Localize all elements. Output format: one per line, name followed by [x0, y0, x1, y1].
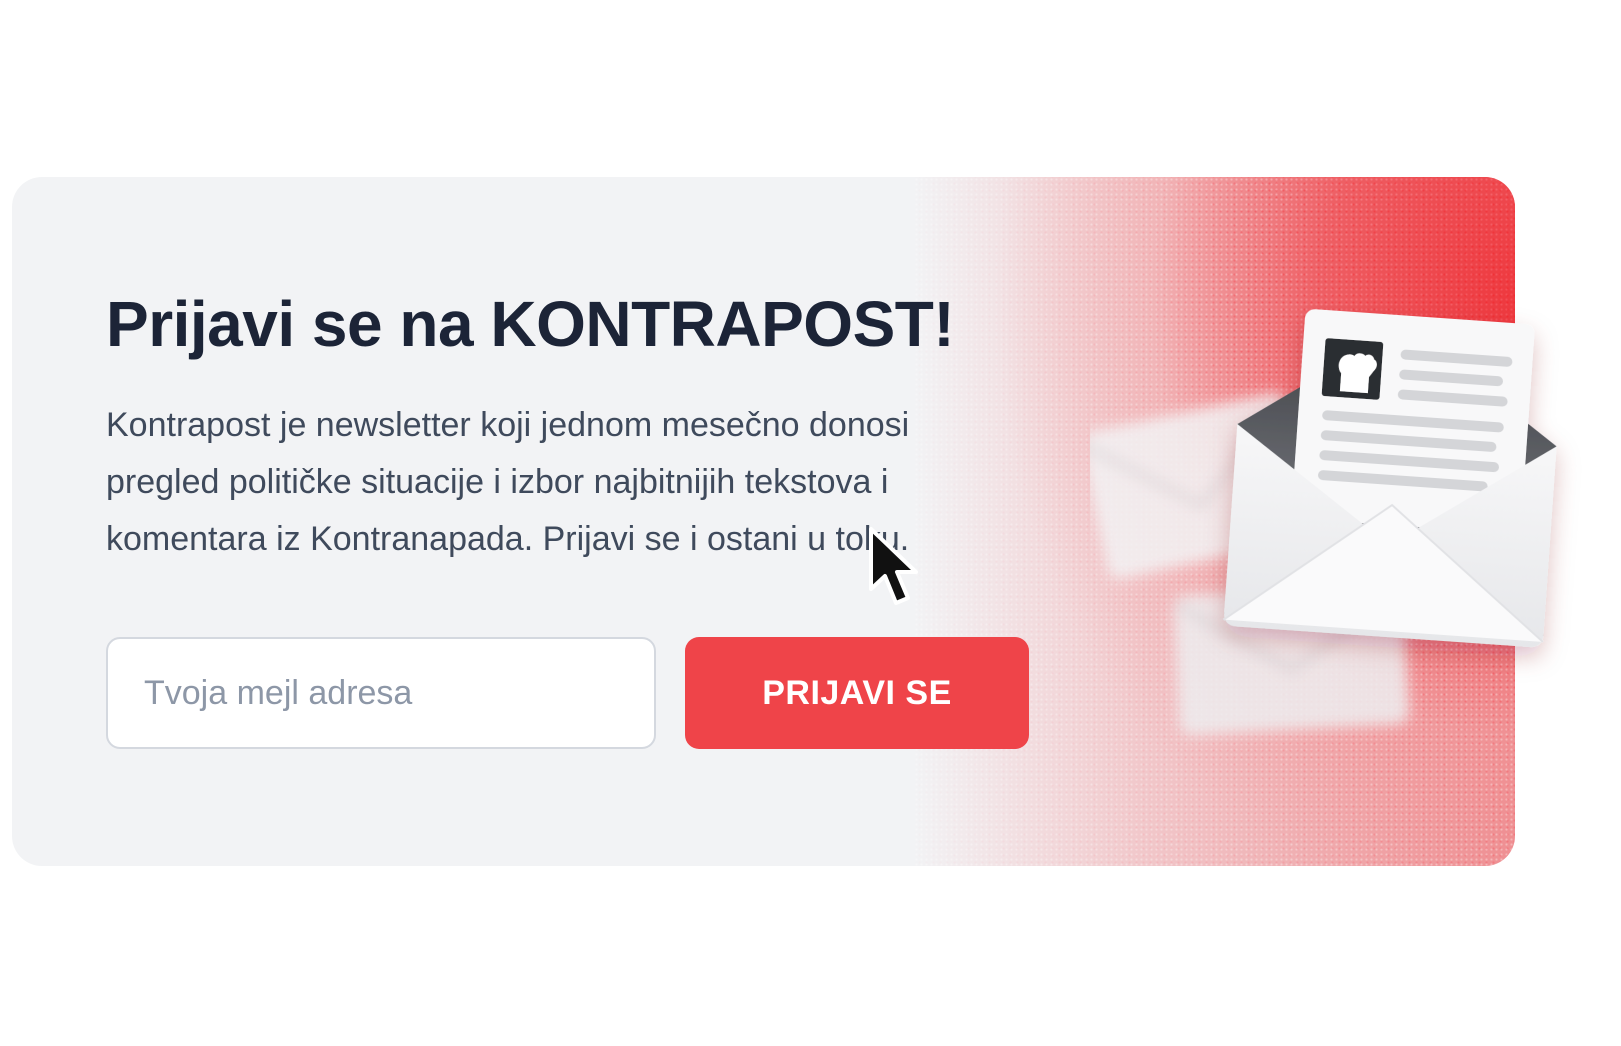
- signup-title: Prijavi se na KONTRAPOST!: [106, 288, 955, 360]
- email-field[interactable]: [106, 637, 656, 749]
- subscribe-button[interactable]: PRIJAVI SE: [685, 637, 1029, 749]
- newsletter-signup-card: Prijavi se na KONTRAPOST! Kontrapost je …: [12, 177, 1515, 866]
- signup-description: Kontrapost je newsletter koji jednom mes…: [106, 406, 910, 558]
